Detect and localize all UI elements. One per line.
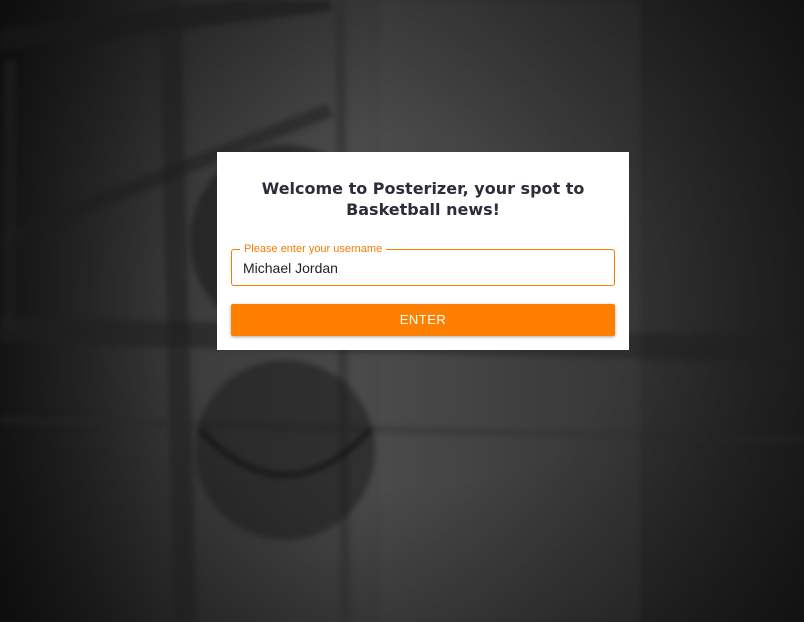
- enter-button[interactable]: ENTER: [231, 304, 615, 336]
- username-input[interactable]: [243, 258, 603, 278]
- username-field[interactable]: Please enter your username: [231, 243, 615, 286]
- username-label: Please enter your username: [240, 243, 387, 255]
- welcome-modal: Welcome to Posterizer, your spot to Bask…: [217, 152, 629, 350]
- welcome-title: Welcome to Posterizer, your spot to Bask…: [261, 179, 585, 219]
